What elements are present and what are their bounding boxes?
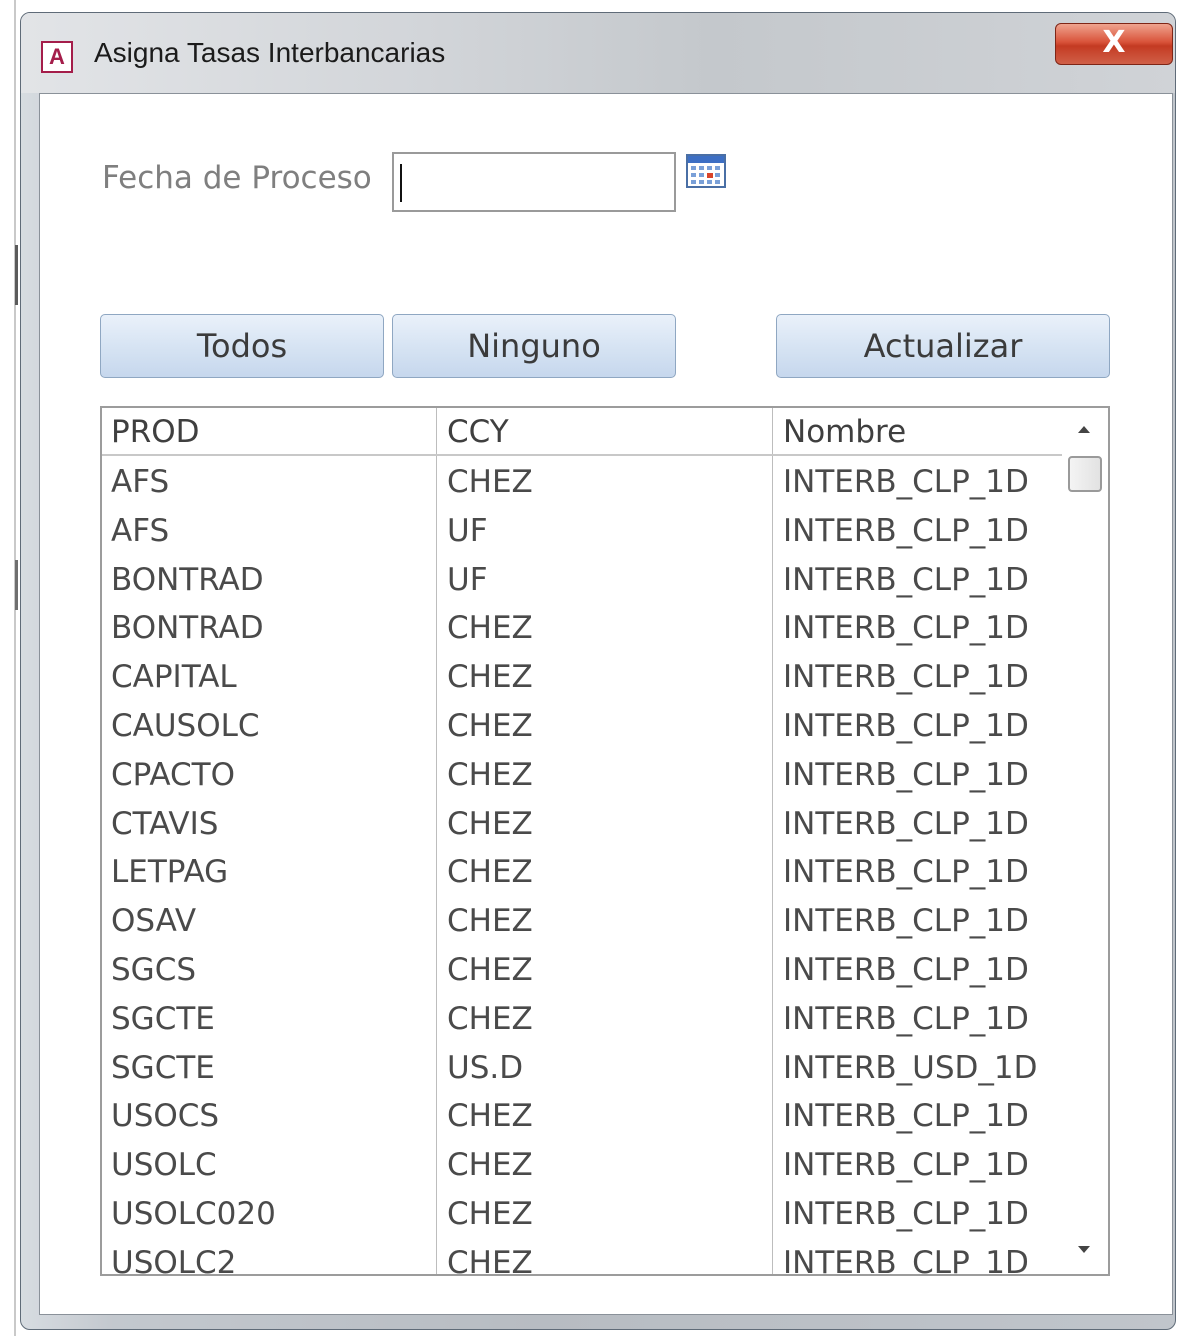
dialog-window: A Asigna Tasas Interbancarias X Fecha de… bbox=[20, 12, 1176, 1330]
ccy-cell: CHEZ bbox=[447, 1000, 533, 1037]
window-title: Asigna Tasas Interbancarias bbox=[94, 37, 446, 68]
ccy-cell: CHEZ bbox=[447, 854, 533, 891]
list-row[interactable]: USOCS CHEZ INTERB_CLP_1D bbox=[102, 1092, 1062, 1141]
list-row[interactable]: CPACTO CHEZ INTERB_CLP_1D bbox=[102, 751, 1062, 800]
prod-cell: USOLC2 bbox=[111, 1244, 237, 1274]
list-row[interactable]: OSAV CHEZ INTERB_CLP_1D bbox=[102, 897, 1062, 946]
list-row[interactable]: CAPITAL CHEZ INTERB_CLP_1D bbox=[102, 653, 1062, 702]
ccy-cell: CHEZ bbox=[447, 610, 533, 647]
nombre-cell: INTERB_CLP_1D bbox=[783, 561, 1029, 598]
prod-cell: USOCS bbox=[111, 1098, 220, 1135]
ccy-cell: CHEZ bbox=[447, 464, 533, 500]
list-row[interactable]: AFS UF INTERB_CLP_1D bbox=[102, 507, 1062, 556]
ccy-cell: CHEZ bbox=[447, 708, 533, 744]
list-row[interactable]: CAUSOLC CHEZ INTERB_CLP_1D bbox=[102, 702, 1062, 751]
ninguno-button[interactable]: Ninguno bbox=[392, 314, 676, 378]
nombre-cell: INTERB_CLP_1D bbox=[783, 1147, 1029, 1184]
prod-cell: USOLC020 bbox=[111, 1196, 276, 1232]
ccy-cell: CHEZ bbox=[447, 1244, 533, 1274]
prod-cell: CPACTO bbox=[111, 756, 235, 793]
prod-cell: BONTRAD bbox=[111, 561, 264, 598]
ccy-cell: CHEZ bbox=[447, 1196, 533, 1232]
prod-cell: LETPAG bbox=[111, 854, 229, 891]
nombre-cell: INTERB_CLP_1D bbox=[783, 512, 1029, 549]
list-row[interactable]: USOLC020 CHEZ INTERB_CLP_1D bbox=[102, 1190, 1062, 1239]
prod-cell: CAUSOLC bbox=[111, 708, 260, 744]
ccy-cell: CHEZ bbox=[447, 1147, 533, 1184]
list-row[interactable]: SGCTE CHEZ INTERB_CLP_1D bbox=[102, 995, 1062, 1044]
nombre-cell: INTERB_CLP_1D bbox=[783, 1244, 1029, 1274]
list-row[interactable]: CTAVIS CHEZ INTERB_CLP_1D bbox=[102, 800, 1062, 849]
scroll-down-arrow-icon[interactable] bbox=[1078, 1246, 1090, 1253]
scroll-up-arrow-icon[interactable] bbox=[1078, 426, 1090, 433]
vertical-scrollbar[interactable] bbox=[1062, 408, 1108, 1274]
nombre-cell: INTERB_CLP_1D bbox=[783, 854, 1029, 891]
list-row[interactable]: AFS CHEZ INTERB_CLP_1D bbox=[102, 458, 1062, 507]
column-header-prod: PROD bbox=[111, 414, 200, 450]
nombre-cell: INTERB_CLP_1D bbox=[783, 805, 1029, 842]
ccy-cell: UF bbox=[447, 561, 488, 598]
title-bar[interactable]: A Asigna Tasas Interbancarias X bbox=[21, 13, 1175, 93]
calendar-icon[interactable] bbox=[686, 154, 726, 188]
list-row[interactable]: BONTRAD UF INTERB_CLP_1D bbox=[102, 556, 1062, 605]
nombre-cell: INTERB_CLP_1D bbox=[783, 659, 1029, 696]
ccy-cell: US.D bbox=[447, 1049, 524, 1086]
ccy-cell: CHEZ bbox=[447, 659, 533, 696]
prod-cell: USOLC bbox=[111, 1147, 217, 1184]
prod-cell: SGCTE bbox=[111, 1049, 215, 1086]
listbox-header: PROD CCY Nombre bbox=[102, 408, 1062, 456]
nombre-cell: INTERB_CLP_1D bbox=[783, 1196, 1029, 1232]
prod-cell: CTAVIS bbox=[111, 805, 219, 842]
scrollbar-thumb[interactable] bbox=[1068, 456, 1102, 492]
nombre-cell: INTERB_CLP_1D bbox=[783, 464, 1029, 500]
nombre-cell: INTERB_CLP_1D bbox=[783, 708, 1029, 744]
nombre-cell: INTERB_CLP_1D bbox=[783, 756, 1029, 793]
list-row[interactable]: LETPAG CHEZ INTERB_CLP_1D bbox=[102, 848, 1062, 897]
list-row[interactable]: SGCS CHEZ INTERB_CLP_1D bbox=[102, 946, 1062, 995]
text-caret bbox=[400, 164, 402, 202]
todos-button[interactable]: Todos bbox=[100, 314, 384, 378]
actualizar-button[interactable]: Actualizar bbox=[776, 314, 1110, 378]
access-app-icon: A bbox=[41, 41, 73, 73]
nombre-cell: INTERB_CLP_1D bbox=[783, 952, 1029, 988]
background-mark bbox=[15, 245, 18, 305]
nombre-cell: INTERB_USD_1D bbox=[783, 1049, 1038, 1086]
list-row[interactable]: SGCTE US.D INTERB_USD_1D bbox=[102, 1044, 1062, 1093]
tasas-listbox[interactable]: PROD CCY Nombre AFS CHEZ INTERB_CLP_1D AFS U… bbox=[100, 406, 1110, 1276]
fecha-de-proceso-input[interactable] bbox=[392, 152, 676, 212]
prod-cell: CAPITAL bbox=[111, 659, 237, 696]
prod-cell: OSAV bbox=[111, 903, 197, 940]
prod-cell: SGCS bbox=[111, 952, 197, 988]
background-window-edge bbox=[0, 0, 22, 1336]
close-button[interactable]: X bbox=[1055, 23, 1173, 65]
prod-cell: BONTRAD bbox=[111, 610, 264, 647]
fecha-de-proceso-label: Fecha de Proceso bbox=[102, 160, 372, 196]
prod-cell: AFS bbox=[111, 512, 170, 549]
prod-cell: SGCTE bbox=[111, 1000, 215, 1037]
nombre-cell: INTERB_CLP_1D bbox=[783, 610, 1029, 647]
list-row[interactable]: USOLC CHEZ INTERB_CLP_1D bbox=[102, 1141, 1062, 1190]
ccy-cell: CHEZ bbox=[447, 1098, 533, 1135]
column-header-ccy: CCY bbox=[447, 414, 509, 450]
ccy-cell: CHEZ bbox=[447, 805, 533, 842]
ccy-cell: CHEZ bbox=[447, 903, 533, 940]
close-icon: X bbox=[1102, 25, 1126, 60]
ccy-cell: UF bbox=[447, 512, 488, 549]
list-row[interactable]: BONTRAD CHEZ INTERB_CLP_1D bbox=[102, 604, 1062, 653]
nombre-cell: INTERB_CLP_1D bbox=[783, 1098, 1029, 1135]
ccy-cell: CHEZ bbox=[447, 756, 533, 793]
listbox-content: PROD CCY Nombre AFS CHEZ INTERB_CLP_1D AFS U… bbox=[102, 408, 1062, 1274]
background-mark bbox=[15, 560, 18, 610]
background-border bbox=[14, 0, 16, 1336]
nombre-cell: INTERB_CLP_1D bbox=[783, 1000, 1029, 1037]
nombre-cell: INTERB_CLP_1D bbox=[783, 903, 1029, 940]
form-client-area: Fecha de Proceso Todos Ninguno Actualiza… bbox=[39, 93, 1173, 1315]
prod-cell: AFS bbox=[111, 464, 170, 500]
ccy-cell: CHEZ bbox=[447, 952, 533, 988]
column-header-nombre: Nombre bbox=[783, 414, 907, 450]
list-row[interactable]: USOLC2 CHEZ INTERB_CLP_1D bbox=[102, 1239, 1062, 1274]
